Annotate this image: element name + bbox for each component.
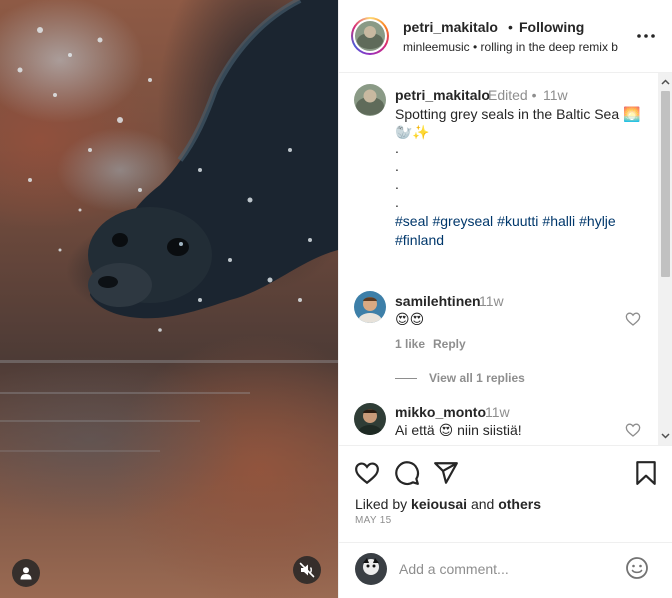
- more-options-button[interactable]: [635, 26, 657, 46]
- hashtag-link[interactable]: #finland: [395, 232, 444, 248]
- caption-dot-line: .: [395, 176, 399, 192]
- paper-plane-icon[interactable]: [433, 460, 459, 486]
- comment-timestamp[interactable]: 11w: [485, 404, 510, 420]
- story-ring[interactable]: [351, 17, 389, 55]
- post-actions: Liked by keiousai and others MAY 15: [339, 445, 672, 598]
- header-separator: •: [508, 19, 513, 35]
- caption-edited-label: Edited •: [488, 87, 537, 103]
- hashtag-link[interactable]: #kuutti: [497, 213, 538, 229]
- commenter-avatar[interactable]: [354, 403, 386, 435]
- bookmark-icon[interactable]: [633, 460, 659, 486]
- post-header: petri_makitalo • Following minleemusic •…: [339, 0, 672, 73]
- liked-by-user-link[interactable]: keiousai: [411, 496, 467, 512]
- scroll-down-arrow-icon[interactable]: [661, 431, 670, 440]
- more-horizontal-icon: [637, 34, 655, 38]
- scroll-up-arrow-icon[interactable]: [661, 78, 670, 87]
- user-tag-button[interactable]: [12, 559, 40, 587]
- comment-like-icon[interactable]: [625, 311, 641, 327]
- audio-track-link[interactable]: minleemusic • rolling in the deep remix …: [403, 40, 625, 54]
- caption-avatar[interactable]: [354, 84, 386, 116]
- comment-username[interactable]: samilehtinen: [395, 293, 481, 309]
- author-username[interactable]: petri_makitalo: [403, 19, 498, 35]
- seal-photo: [0, 0, 338, 452]
- comments-list[interactable]: petri_makitalo Edited • 11w Spotting gre…: [339, 73, 672, 445]
- scrollbar-thumb[interactable]: [661, 91, 670, 277]
- view-replies-button[interactable]: View all 1 replies: [395, 371, 525, 385]
- hashtag-link[interactable]: #halli: [542, 213, 575, 229]
- emoji-icon[interactable]: [625, 556, 649, 580]
- comment-like-count[interactable]: 1 like: [395, 337, 425, 351]
- hashtag-link[interactable]: #hylje: [579, 213, 616, 229]
- speaker-muted-icon: [299, 562, 315, 578]
- caption-dot-line: .: [395, 194, 399, 210]
- comment-text: Ai että 😍 niin siistiä!: [395, 422, 522, 438]
- caption-dot-line: .: [395, 140, 399, 156]
- following-button[interactable]: Following: [519, 19, 584, 35]
- comment-like-icon[interactable]: [625, 422, 641, 438]
- comment-icon[interactable]: [394, 460, 420, 486]
- hashtag-link[interactable]: #greyseal: [432, 213, 493, 229]
- comment-timestamp[interactable]: 11w: [479, 293, 504, 309]
- liked-by-prefix: Liked by: [355, 496, 408, 512]
- likes-summary: Liked by keiousai and others: [355, 496, 541, 512]
- caption-timestamp[interactable]: 11w: [543, 87, 568, 103]
- add-comment-input[interactable]: [399, 558, 619, 580]
- author-avatar[interactable]: [355, 21, 385, 51]
- post-panel: petri_makitalo • Following minleemusic •…: [338, 0, 672, 598]
- replies-divider: [395, 377, 417, 379]
- post-media[interactable]: [0, 0, 338, 598]
- post-date[interactable]: MAY 15: [355, 515, 391, 526]
- heart-icon[interactable]: [354, 460, 380, 486]
- view-replies-label: View all 1 replies: [429, 371, 525, 385]
- comment-text: 😍😍: [395, 311, 425, 327]
- comment-username[interactable]: mikko_monto: [395, 404, 486, 420]
- commenter-avatar[interactable]: [354, 291, 386, 323]
- liked-by-others-link[interactable]: others: [498, 496, 541, 512]
- caption-hashtags: #seal #greyseal #kuutti #halli #hylje #finlan…: [395, 212, 645, 250]
- current-user-avatar: [355, 553, 387, 585]
- comments-scrollbar[interactable]: [658, 73, 672, 445]
- add-comment-row: [339, 542, 672, 598]
- mute-button[interactable]: [293, 556, 321, 584]
- user-tag-icon: [20, 567, 32, 580]
- liked-by-and: and: [470, 496, 495, 512]
- hashtag-link[interactable]: #seal: [395, 213, 428, 229]
- caption-text: Spotting grey seals in the Baltic Sea 🌅 …: [395, 106, 641, 140]
- caption-dot-line: .: [395, 158, 399, 174]
- comment-reply-button[interactable]: Reply: [433, 337, 466, 351]
- caption-username[interactable]: petri_makitalo: [395, 87, 490, 103]
